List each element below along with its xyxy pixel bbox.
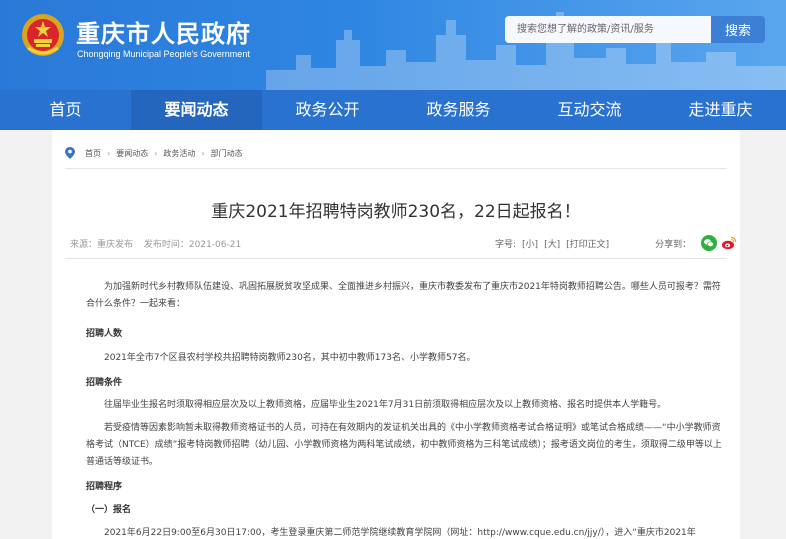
nav-item-gov-services[interactable]: 政务服务 [393,90,524,130]
article-paragraph: 为加强新时代乡村教师队伍建设、巩固拓展脱贫攻坚成果、全面推进乡村振兴，重庆市教委… [86,282,721,309]
article-meta: 来源：重庆发布 发布时间：2021-06-21 [70,237,249,250]
weibo-icon[interactable] [721,235,737,251]
subsection-heading: （一）报名 [86,505,132,515]
breadcrumb-separator: › [107,148,111,158]
font-small-button[interactable]: [小] [522,237,538,250]
section-heading: 招聘条件 [86,378,123,388]
font-size-label: 字号: [495,239,517,250]
breadcrumb-dept-news[interactable]: 部门动态 [211,148,243,159]
national-emblem-icon [22,14,64,56]
main-nav: 首页 要闻动态 政务公开 政务服务 互动交流 走进重庆 [0,90,786,130]
article-source: 来源：重庆发布 [70,240,134,250]
site-title[interactable]: 重庆市人民政府 [76,14,251,49]
article-date: 发布时间：2021-06-21 [143,240,242,250]
search-box [505,16,711,43]
content-panel: 首页 › 要闻动态 › 政务活动 › 部门动态 重庆2021年招聘特岗教师230… [52,130,740,539]
article-paragraph: 2021年6月22日9:00至6月30日17:00，考生登录重庆第二师范学院继续… [104,528,696,538]
breadcrumb-home[interactable]: 首页 [85,148,101,159]
nav-item-about-chongqing[interactable]: 走进重庆 [655,90,786,130]
article-paragraph: 若受疫情等因素影响暂未取得教师资格证书的人员，可持在有效期内的发证机关出具的《中… [86,423,722,467]
font-large-button[interactable]: [大] [544,237,560,250]
divider [65,258,727,259]
divider [65,168,727,169]
site-subtitle: Chongqing Municipal People's Government [77,49,250,59]
article-tools: 字号: [小] [大] [打印正文] 分享到： [495,235,737,251]
article-paragraph: 往届毕业生报名时须取得相应层次及以上教师资格，应届毕业生2021年7月31日前须… [104,400,667,410]
search-input[interactable] [505,16,711,43]
location-pin-icon [65,147,75,159]
nav-item-home[interactable]: 首页 [0,90,131,130]
nav-item-interaction[interactable]: 互动交流 [524,90,655,130]
section-heading: 招聘人数 [86,329,123,339]
article-paragraph: 2021年全市7个区县农村学校共招聘特岗教师230名，其中初中教师173名、小学… [104,353,476,363]
breadcrumb: 首页 › 要闻动态 › 政务活动 › 部门动态 [65,146,243,160]
print-button[interactable]: [打印正文] [566,237,609,250]
nav-item-news[interactable]: 要闻动态 [131,90,262,130]
article-title: 重庆2021年招聘特岗教师230名，22日起报名！ [211,202,581,222]
breadcrumb-news[interactable]: 要闻动态 [116,148,148,159]
share-label: 分享到： [655,239,692,250]
site-header: 重庆市人民政府 Chongqing Municipal People's Gov… [0,0,786,90]
search-button[interactable]: 搜索 [711,16,765,43]
section-heading: 招聘程序 [86,482,123,492]
breadcrumb-separator: › [154,148,158,158]
skyline-decoration [266,12,786,90]
breadcrumb-gov-activity[interactable]: 政务活动 [163,148,195,159]
wechat-icon[interactable] [701,235,718,251]
nav-item-gov-affairs[interactable]: 政务公开 [262,90,393,130]
breadcrumb-separator: › [201,148,205,158]
